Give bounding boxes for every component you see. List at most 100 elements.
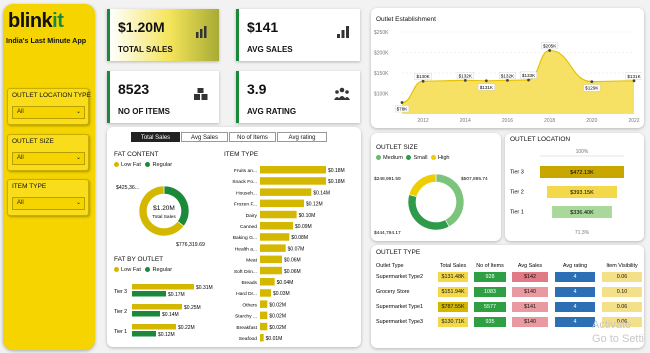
chevron-down-icon: ⌄ <box>75 200 81 206</box>
y-tick-label: $200K <box>374 51 389 57</box>
data-label: $205K <box>543 43 557 48</box>
data-label: $0.12M <box>158 332 175 338</box>
data-label-group: $131K <box>477 83 495 91</box>
signal-bars-icon <box>337 26 349 38</box>
table-cell: 4 <box>555 272 595 282</box>
data-label-group: $130K <box>414 73 432 80</box>
bar-low-fat <box>132 324 176 330</box>
fat-content-title: FAT CONTENT <box>114 151 159 158</box>
data-label: $0.14M <box>313 190 330 196</box>
item-type-bar <box>260 289 271 297</box>
item-type-select[interactable]: All ⌄ <box>12 197 85 210</box>
data-label: $0.02M <box>269 314 286 320</box>
outlet-location-type-filter[interactable]: OUTLET LOCATION TYPE All ⌄ <box>7 88 91 125</box>
category-label: Meat <box>246 258 258 264</box>
item-type-bar <box>260 177 326 185</box>
table-cell: 935 <box>474 317 506 327</box>
x-tick-label: 2014 <box>460 118 471 124</box>
table-cell: 4 <box>555 302 595 312</box>
x-tick-label: 2016 <box>502 118 513 124</box>
table-cell: 0.10 <box>602 287 642 297</box>
high-slice-label: $248,991.59 <box>374 176 401 182</box>
category-label: Canned <box>240 224 257 230</box>
table-cell: $140 <box>512 287 548 297</box>
fat-content-legend: Low Fat Regular <box>114 162 172 168</box>
table-cell: 0.06 <box>602 272 642 282</box>
data-label: $132K <box>459 73 473 78</box>
table-cell: Supermarket Type3 <box>376 319 423 325</box>
item-type-title: ITEM TYPE <box>224 151 259 158</box>
item-type-bar <box>260 233 290 241</box>
table-cell: 4 <box>555 317 595 327</box>
data-label: $336.40K <box>570 210 594 216</box>
category-label: Breakfast <box>236 325 257 331</box>
category-label: Breads <box>242 280 258 286</box>
table-header: No of Items <box>476 263 504 269</box>
filter-label: ITEM TYPE <box>12 183 47 190</box>
item-type-bar <box>260 210 297 219</box>
data-label: $0.18M <box>328 179 345 185</box>
area-fill <box>402 50 634 114</box>
blinkit-logo: blinkit <box>8 10 64 32</box>
item-type-bar <box>260 334 264 342</box>
table-cell: 0.06 <box>602 302 642 312</box>
donut-center-value: $1.20M <box>153 205 175 212</box>
data-point <box>527 78 530 82</box>
regular-slice-label: $425,36... <box>116 185 139 191</box>
table-cell: $787.55K <box>438 302 468 312</box>
outlet-location-type-select[interactable]: All ⌄ <box>12 106 85 119</box>
data-label-group: $78K <box>394 105 410 113</box>
category-label: Tier 3 <box>114 289 127 295</box>
outlet-size-filter[interactable]: OUTLET SIZE All ⌄ <box>7 134 89 171</box>
table-cell: $130.71K <box>438 317 468 327</box>
tab-avg-sales[interactable]: Avg Sales <box>181 132 228 142</box>
data-label: $78K <box>397 107 409 112</box>
item-type-bar <box>260 300 268 308</box>
data-label: $0.06M <box>284 269 301 275</box>
boxes-icon <box>194 88 208 100</box>
outlet-size-select[interactable]: All ⌄ <box>12 152 85 165</box>
high-slice <box>408 173 437 198</box>
regular-legend-dot <box>145 162 151 168</box>
tagline: India's Last Minute App <box>6 36 87 45</box>
table-header: Avg Sales <box>517 263 543 269</box>
item-type-bar <box>260 322 268 331</box>
category-label: Baking G... <box>233 235 257 241</box>
data-point <box>484 79 488 83</box>
category-label: Tier 2 <box>114 309 127 315</box>
table-cell: 1083 <box>474 287 506 297</box>
data-label-group: $129K <box>583 84 601 92</box>
category-label: Fruits an... <box>234 168 257 174</box>
item-type-bar <box>260 166 326 174</box>
data-label: $0.04M <box>277 280 294 286</box>
category-label: Hard Dr... <box>236 291 257 297</box>
table-cell: 4 <box>555 287 595 297</box>
bar-regular <box>132 311 160 317</box>
tab-avg-rating[interactable]: Avg rating <box>277 132 327 142</box>
tab-no-of-items[interactable]: No of Items <box>229 132 276 142</box>
item-type-filter[interactable]: ITEM TYPE All ⌄ <box>7 179 89 216</box>
tab-total-sales[interactable]: Total Sales <box>131 132 180 142</box>
category-label: Tier 1 <box>114 329 127 335</box>
data-label-group: $133K <box>520 71 537 79</box>
table-cell: $140 <box>512 317 548 327</box>
table-cell: $141 <box>512 302 548 312</box>
low-fat-legend-dot <box>114 267 119 273</box>
data-label: $132K <box>501 73 515 78</box>
category-label: Health a... <box>235 246 257 252</box>
y-tick-label: $150K <box>374 71 389 77</box>
data-label: $0.18M <box>328 168 345 174</box>
data-label: $129K <box>585 86 599 91</box>
data-label: $131K <box>627 74 641 79</box>
data-label: $0.02M <box>269 302 286 308</box>
data-point <box>548 49 552 52</box>
bar-low-fat <box>132 304 182 310</box>
data-label: $133K <box>522 73 536 78</box>
table-header: Outlet Type <box>376 263 404 269</box>
outlet-size-title: OUTLET SIZE <box>376 144 418 151</box>
data-label: $0.22M <box>178 325 195 331</box>
low-fat-legend-dot <box>114 162 119 168</box>
kpi-total-sales: $1.20M TOTAL SALES <box>107 9 219 61</box>
chevron-down-icon: ⌄ <box>75 155 81 161</box>
low-fat-slice-label: $776,319.69 <box>176 242 205 248</box>
